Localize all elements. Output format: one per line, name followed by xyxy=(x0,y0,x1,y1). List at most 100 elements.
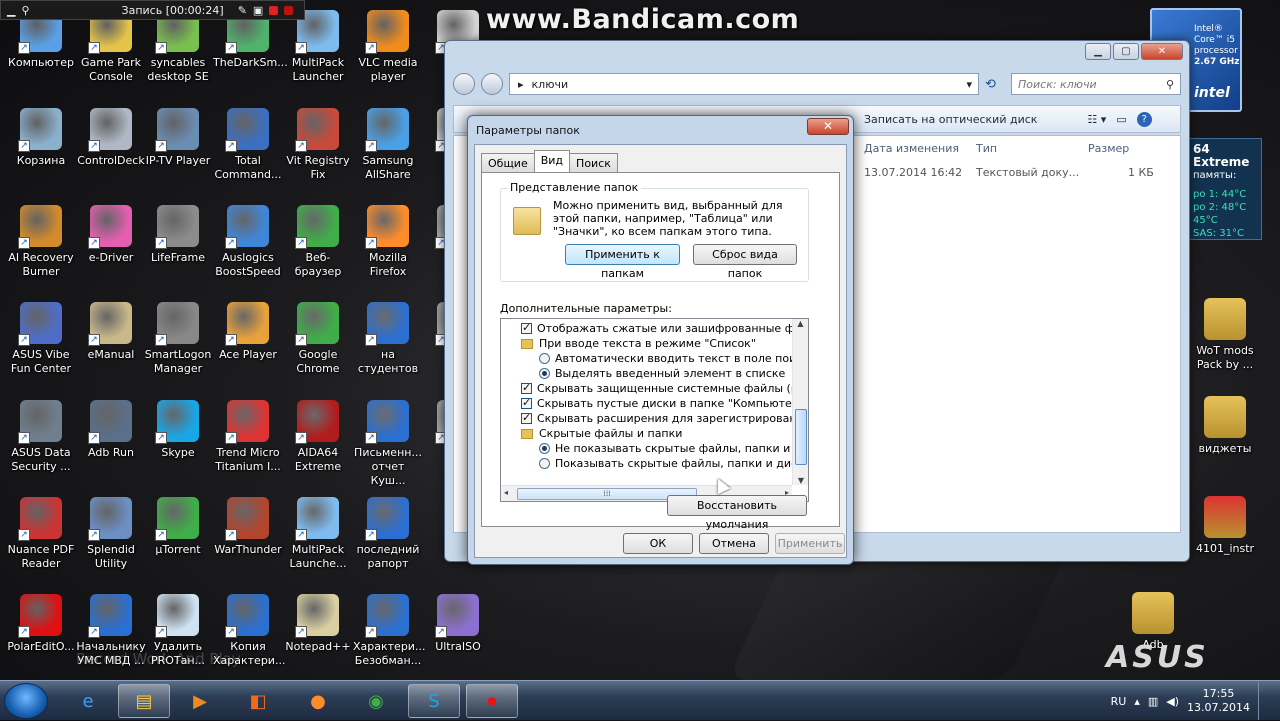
search-input[interactable]: Поиск: ключи ⚲ xyxy=(1011,73,1181,95)
language-indicator[interactable]: RU xyxy=(1111,695,1127,708)
desktop-icon[interactable]: ↗ eManual xyxy=(76,302,146,362)
desktop-icon[interactable]: виджеты xyxy=(1190,396,1260,456)
desktop-icon[interactable]: ↗ Mozilla Firefox xyxy=(353,205,423,279)
explorer-taskbar-icon[interactable]: ▤ xyxy=(118,684,170,718)
ok-button[interactable]: ОК xyxy=(623,533,693,554)
start-button[interactable] xyxy=(4,683,48,719)
desktop-icon[interactable]: ↗ UltraISO xyxy=(423,594,493,654)
checkbox[interactable] xyxy=(521,381,532,394)
setting-row[interactable]: Показывать скрытые файлы, папки и диски xyxy=(539,456,808,471)
setting-row[interactable]: Скрывать расширения для зарегистрированн… xyxy=(521,411,808,426)
tab-search[interactable]: Поиск xyxy=(569,153,618,172)
desktop-icon[interactable]: ↗ VLC media player xyxy=(353,10,423,84)
desktop-icon[interactable]: ↗ Nuance PDF Reader xyxy=(6,497,76,571)
apply-to-folders-button[interactable]: Применить к папкам xyxy=(565,244,680,280)
column-header-size[interactable]: Размер xyxy=(1088,142,1129,155)
desktop-icon[interactable]: ↗ Письменн... отчет Куш... xyxy=(353,400,423,488)
column-header-date[interactable]: Дата изменения xyxy=(864,142,959,155)
radio-button[interactable] xyxy=(539,443,550,454)
advanced-settings-tree[interactable]: Отображать сжатые или зашифрованные файл… xyxy=(500,318,809,502)
preview-pane-icon[interactable]: ▭ xyxy=(1116,113,1126,126)
breadcrumb[interactable]: ключи xyxy=(532,78,569,91)
firefox-icon[interactable]: ● xyxy=(292,684,344,718)
search-icon[interactable]: ⚲ xyxy=(21,4,29,17)
record-icon[interactable] xyxy=(269,5,279,15)
reset-folders-button[interactable]: Сброс вида папок xyxy=(693,244,797,280)
desktop-icon[interactable]: ↗ Auslogics BoostSpeed xyxy=(213,205,283,279)
show-desktop-button[interactable] xyxy=(1258,682,1268,720)
desktop-icon[interactable]: ↗ AIDA64 Extreme xyxy=(283,400,353,474)
desktop-icon[interactable]: ↗ Skype xyxy=(143,400,213,460)
desktop-icon[interactable]: ↗ syncables desktop SE xyxy=(143,10,213,84)
apply-button[interactable]: Применить xyxy=(775,533,845,554)
setting-row[interactable]: Автоматически вводить текст в поле поиск… xyxy=(539,351,808,366)
minimize-button[interactable]: ▁ xyxy=(1085,43,1111,60)
desktop-icon[interactable]: ↗ IP-TV Player xyxy=(143,108,213,168)
restore-defaults-button[interactable]: Восстановить умолчания xyxy=(667,495,807,531)
setting-row[interactable]: Выделять введенный элемент в списке xyxy=(539,366,785,381)
back-button[interactable] xyxy=(453,73,475,95)
office-icon[interactable]: ◧ xyxy=(232,684,284,718)
setting-row[interactable]: Скрытые файлы и папки xyxy=(521,426,682,441)
search-icon[interactable]: ⚲ xyxy=(1166,78,1174,91)
desktop-icon[interactable]: ↗ Google Chrome xyxy=(283,302,353,376)
volume-icon[interactable]: ◀) xyxy=(1166,695,1179,708)
desktop-icon[interactable]: ↗ PolarEditO... xyxy=(6,594,76,654)
radio-button[interactable] xyxy=(539,458,550,469)
setting-row[interactable]: Отображать сжатые или зашифрованные файл… xyxy=(521,321,808,336)
minimize-icon[interactable]: ▁ xyxy=(7,4,15,17)
skype-icon[interactable]: S xyxy=(408,684,460,718)
desktop-icon[interactable]: ↗ ControlDeck xyxy=(76,108,146,168)
desktop-icon[interactable]: ↗ Характери... Безобман... xyxy=(353,594,425,668)
stop-icon[interactable] xyxy=(284,5,294,15)
scroll-up-icon[interactable]: ▲ xyxy=(793,319,808,328)
setting-row[interactable]: Скрывать пустые диски в папке "Компьютер… xyxy=(521,396,804,411)
radio-button[interactable] xyxy=(539,368,550,379)
checkbox[interactable] xyxy=(521,411,532,424)
desktop-icon[interactable]: ↗ ASUS Vibe Fun Center xyxy=(6,302,76,376)
desktop-icon[interactable]: 4101_instr xyxy=(1190,496,1260,556)
desktop-icon[interactable]: ↗ WarThunder xyxy=(213,497,283,557)
desktop-icon[interactable]: ↗ LifeFrame xyxy=(143,205,213,265)
network-icon[interactable]: ▥ xyxy=(1148,695,1158,708)
desktop-icon[interactable]: ↗ Notepad++ xyxy=(283,594,353,654)
internet-explorer-icon[interactable]: e xyxy=(62,684,114,718)
tab-view[interactable]: Вид xyxy=(533,150,571,172)
address-bar[interactable]: ▸ ключи ▾ xyxy=(509,73,979,95)
desktop-icon[interactable]: ↗ Trend Micro Titanium I... xyxy=(213,400,283,474)
desktop-icon[interactable]: ↗ e-Driver xyxy=(76,205,146,265)
desktop-icon[interactable]: ↗ Game Park Console xyxy=(76,10,146,84)
chrome-icon[interactable]: ◉ xyxy=(350,684,402,718)
scroll-left-icon[interactable]: ◂ xyxy=(504,488,508,497)
tray-chevron-icon[interactable]: ▴ xyxy=(1134,695,1140,708)
help-icon[interactable]: ? xyxy=(1136,111,1152,127)
desktop-icon[interactable]: ↗ Веб-браузер xyxy=(283,205,353,279)
setting-row[interactable]: Скрывать защищенные системные файлы (рек… xyxy=(521,381,808,396)
desktop-icon[interactable]: ↗ MultiPack Launcher xyxy=(283,10,353,84)
setting-row[interactable]: Не показывать скрытые файлы, папки и дис… xyxy=(539,441,808,456)
forward-button[interactable] xyxy=(481,73,503,95)
desktop-icon[interactable]: ↗ AI Recovery Burner xyxy=(6,205,76,279)
desktop-icon[interactable]: ↗ ASUS Data Security ... xyxy=(6,400,76,474)
desktop-icon[interactable]: ↗ µTorrent xyxy=(143,497,213,557)
checkbox[interactable] xyxy=(521,321,532,334)
refresh-icon[interactable]: ⟲ xyxy=(985,77,1005,92)
setting-row[interactable]: При вводе текста в режиме "Список" xyxy=(521,336,756,351)
chevron-down-icon[interactable]: ▾ xyxy=(966,78,972,91)
close-button[interactable]: ✕ xyxy=(807,118,849,135)
desktop-icon[interactable]: ↗ SmartLogon Manager xyxy=(143,302,213,376)
bandicam-taskbar-icon[interactable]: ⏺ xyxy=(466,684,518,718)
burn-disc-button[interactable]: Записать на оптический диск xyxy=(864,113,1037,126)
desktop-icon[interactable]: ↗ Total Command... xyxy=(213,108,283,182)
view-options-icon[interactable]: ☷ ▾ xyxy=(1087,113,1106,126)
cancel-button[interactable]: Отмена xyxy=(699,533,769,554)
maximize-button[interactable]: ▢ xyxy=(1113,43,1139,60)
desktop-icon[interactable]: WoT mods Pack by ... xyxy=(1190,298,1260,372)
vertical-scrollbar[interactable]: ▲ ▼ xyxy=(792,319,808,485)
scroll-thumb[interactable] xyxy=(795,409,807,465)
desktop-icon[interactable]: ↗ Vit Registry Fix xyxy=(283,108,353,182)
desktop-icon[interactable]: ↗ Корзина xyxy=(6,108,76,168)
desktop-icon[interactable]: ↗ Ace Player xyxy=(213,302,283,362)
media-player-icon[interactable]: ▶ xyxy=(174,684,226,718)
scroll-down-icon[interactable]: ▼ xyxy=(793,476,808,485)
